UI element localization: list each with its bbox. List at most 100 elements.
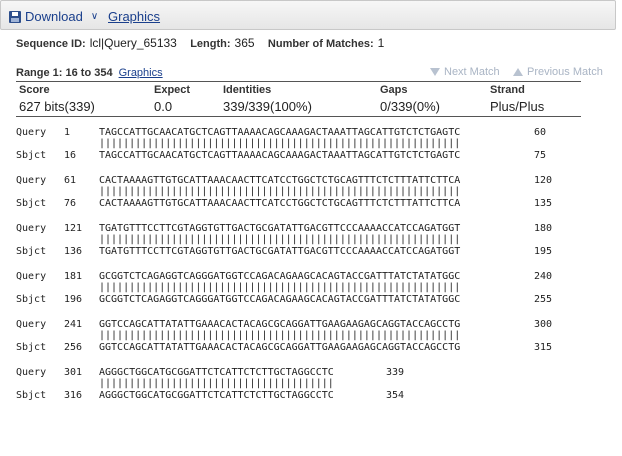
previous-match-label: Previous Match bbox=[527, 66, 603, 78]
alignment-block: Query 1 TAGCCATTGCAACATGCTCAGTTAAAACAGCA… bbox=[16, 127, 616, 175]
query-end: 120 bbox=[534, 175, 553, 186]
alignment-block: Query 181 GCGGTCTCAGAGGTCAGGGATGGTCCAGAC… bbox=[16, 271, 616, 319]
next-match-link[interactable]: Next Match bbox=[430, 66, 500, 78]
range-label: Range 1: 16 to 354 bbox=[16, 67, 113, 79]
sequence-info: Sequence ID: lcl|Query_65133 Length: 365 N… bbox=[16, 36, 394, 50]
match-bars: ||||||||||||||||||||||||||||||||||||||||… bbox=[99, 330, 461, 341]
match-line: ||||||||||||||||||||||||||||||||||||||||… bbox=[16, 330, 460, 341]
stat-header: Score bbox=[19, 84, 50, 96]
sbjct-end: 315 bbox=[534, 342, 553, 353]
sbjct-sequence: TGATGTTTCCTTCGTAGGTGTTGACTGCGATATTGACGTT… bbox=[99, 246, 461, 257]
query-start: 61 bbox=[64, 175, 77, 186]
sbjct-sequence: GCGGTCTCAGAGGTCAGGGATGGTCCAGACAGAAGCACAG… bbox=[99, 294, 461, 305]
stat-gaps: Gaps 0/339(0%) bbox=[380, 84, 440, 114]
sbjct-sequence: CACTAAAAGTTGTGCATTAAACAACTTCATCCTGGCTCTG… bbox=[99, 198, 461, 209]
sbjct-line: Sbjct 316 AGGGCTGGCATGCGGATTCTCATTCTCTTG… bbox=[16, 390, 404, 401]
stat-value: Plus/Plus bbox=[490, 99, 545, 114]
query-start: 181 bbox=[64, 271, 83, 282]
query-end: 60 bbox=[534, 127, 547, 138]
alignment-block: Query 241 GGTCCAGCATTATATTGAAACACTACAGCG… bbox=[16, 319, 616, 367]
sbjct-end: 354 bbox=[386, 390, 405, 401]
match-bars: ||||||||||||||||||||||||||||||||||||||||… bbox=[99, 186, 461, 197]
range-header: Range 1: 16 to 354 Graphics bbox=[16, 67, 163, 79]
length-label: Length: bbox=[190, 38, 231, 50]
sequence-id-label: Sequence ID: bbox=[16, 38, 86, 50]
query-end: 240 bbox=[534, 271, 553, 282]
sbjct-line: Sbjct 76 CACTAAAAGTTGTGCATTAAACAACTTCATC… bbox=[16, 198, 552, 209]
query-sequence: CACTAAAAGTTGTGCATTAAACAACTTCATCCTGGCTCTG… bbox=[99, 175, 461, 186]
download-button[interactable]: Download ∨ bbox=[9, 9, 98, 24]
query-line: Query 121 TGATGTTTCCTTCGTAGGTGTTGACTGCGA… bbox=[16, 223, 552, 234]
query-start: 1 bbox=[64, 127, 71, 138]
match-bars: ||||||||||||||||||||||||||||||||||||||| bbox=[99, 378, 334, 389]
sbjct-start: 256 bbox=[64, 342, 83, 353]
stat-value: 627 bits(339) bbox=[19, 99, 95, 114]
sbjct-line: Sbjct 256 GGTCCAGCATTATATTGAAACACTACAGCG… bbox=[16, 342, 552, 353]
sbjct-label: Sbjct bbox=[16, 246, 47, 257]
stat-value: 0/339(0%) bbox=[380, 99, 440, 114]
sbjct-end: 195 bbox=[534, 246, 553, 257]
sbjct-start: 316 bbox=[64, 390, 83, 401]
query-end: 339 bbox=[386, 367, 405, 378]
alignment-block: Query 301 AGGGCTGGCATGCGGATTCTCATTCTCTTG… bbox=[16, 367, 616, 415]
sbjct-start: 16 bbox=[64, 150, 77, 161]
sbjct-sequence: GGTCCAGCATTATATTGAAACACTACAGCGCAGGATTGAA… bbox=[99, 342, 461, 353]
matches-value: 1 bbox=[377, 36, 385, 50]
alignment-block: Query 121 TGATGTTTCCTTCGTAGGTGTTGACTGCGA… bbox=[16, 223, 616, 271]
alignment: Query 1 TAGCCATTGCAACATGCTCAGTTAAAACAGCA… bbox=[16, 127, 616, 415]
sbjct-label: Sbjct bbox=[16, 198, 47, 209]
sbjct-label: Sbjct bbox=[16, 150, 47, 161]
sbjct-start: 136 bbox=[64, 246, 83, 257]
stat-score: Score 627 bits(339) bbox=[19, 84, 95, 114]
match-bars: ||||||||||||||||||||||||||||||||||||||||… bbox=[99, 138, 461, 149]
graphics-link[interactable]: Graphics bbox=[108, 9, 160, 24]
query-sequence: GCGGTCTCAGAGGTCAGGGATGGTCCAGACAGAAGCACAG… bbox=[99, 271, 461, 282]
query-line: Query 61 CACTAAAAGTTGTGCATTAAACAACTTCATC… bbox=[16, 175, 552, 186]
query-label: Query bbox=[16, 223, 47, 234]
sbjct-line: Sbjct 196 GCGGTCTCAGAGGTCAGGGATGGTCCAGAC… bbox=[16, 294, 552, 305]
download-label: Download bbox=[25, 9, 83, 24]
query-sequence: TGATGTTTCCTTCGTAGGTGTTGACTGCGATATTGACGTT… bbox=[99, 223, 461, 234]
sbjct-end: 255 bbox=[534, 294, 553, 305]
sequence-id-value: lcl|Query_65133 bbox=[89, 36, 177, 50]
stat-header: Identities bbox=[223, 84, 272, 96]
query-label: Query bbox=[16, 175, 47, 186]
query-line: Query 301 AGGGCTGGCATGCGGATTCTCATTCTCTTG… bbox=[16, 367, 404, 378]
matches-label: Number of Matches: bbox=[267, 38, 374, 50]
triangle-down-icon bbox=[430, 68, 440, 76]
query-end: 300 bbox=[534, 319, 553, 330]
query-label: Query bbox=[16, 271, 47, 282]
match-line: ||||||||||||||||||||||||||||||||||||||||… bbox=[16, 282, 460, 293]
query-end: 180 bbox=[534, 223, 553, 234]
stat-strand: Strand Plus/Plus bbox=[490, 84, 544, 114]
stats-table: Score 627 bits(339) Expect 0.0 Identitie… bbox=[16, 81, 581, 117]
match-line: ||||||||||||||||||||||||||||||||||||||||… bbox=[16, 186, 460, 197]
floppy-disk-icon bbox=[9, 10, 21, 23]
query-label: Query bbox=[16, 319, 47, 330]
match-line: ||||||||||||||||||||||||||||||||||||||||… bbox=[16, 234, 460, 245]
sbjct-end: 135 bbox=[534, 198, 553, 209]
sbjct-line: Sbjct 16 TAGCCATTGCAACATGCTCAGTTAAAACAGC… bbox=[16, 150, 546, 161]
stat-header: Strand bbox=[490, 84, 525, 96]
stat-header: Expect bbox=[154, 84, 191, 96]
length-value: 365 bbox=[234, 36, 255, 50]
previous-match-link[interactable]: Previous Match bbox=[513, 66, 603, 78]
query-start: 241 bbox=[64, 319, 83, 330]
stat-identities: Identities 339/339(100%) bbox=[223, 84, 312, 114]
sbjct-start: 76 bbox=[64, 198, 77, 209]
sbjct-sequence: TAGCCATTGCAACATGCTCAGTTAAAACAGCAAAGACTAA… bbox=[99, 150, 461, 161]
sbjct-sequence: AGGGCTGGCATGCGGATTCTCATTCTCTTGCTAGGCCTC bbox=[99, 390, 334, 401]
sbjct-label: Sbjct bbox=[16, 390, 47, 401]
range-graphics-link[interactable]: Graphics bbox=[119, 67, 163, 79]
chevron-down-icon: ∨ bbox=[90, 11, 99, 22]
stat-value: 339/339(100%) bbox=[223, 99, 312, 114]
query-sequence: AGGGCTGGCATGCGGATTCTCATTCTCTTGCTAGGCCTC bbox=[99, 367, 334, 378]
match-line: ||||||||||||||||||||||||||||||||||||||||… bbox=[16, 138, 460, 149]
stat-value: 0.0 bbox=[154, 99, 173, 114]
alignment-block: Query 61 CACTAAAAGTTGTGCATTAAACAACTTCATC… bbox=[16, 175, 616, 223]
next-match-label: Next Match bbox=[444, 66, 500, 78]
toolbar: Download ∨ Graphics bbox=[0, 0, 616, 30]
query-line: Query 181 GCGGTCTCAGAGGTCAGGGATGGTCCAGAC… bbox=[16, 271, 552, 282]
stat-header: Gaps bbox=[380, 84, 408, 96]
query-start: 301 bbox=[64, 367, 83, 378]
